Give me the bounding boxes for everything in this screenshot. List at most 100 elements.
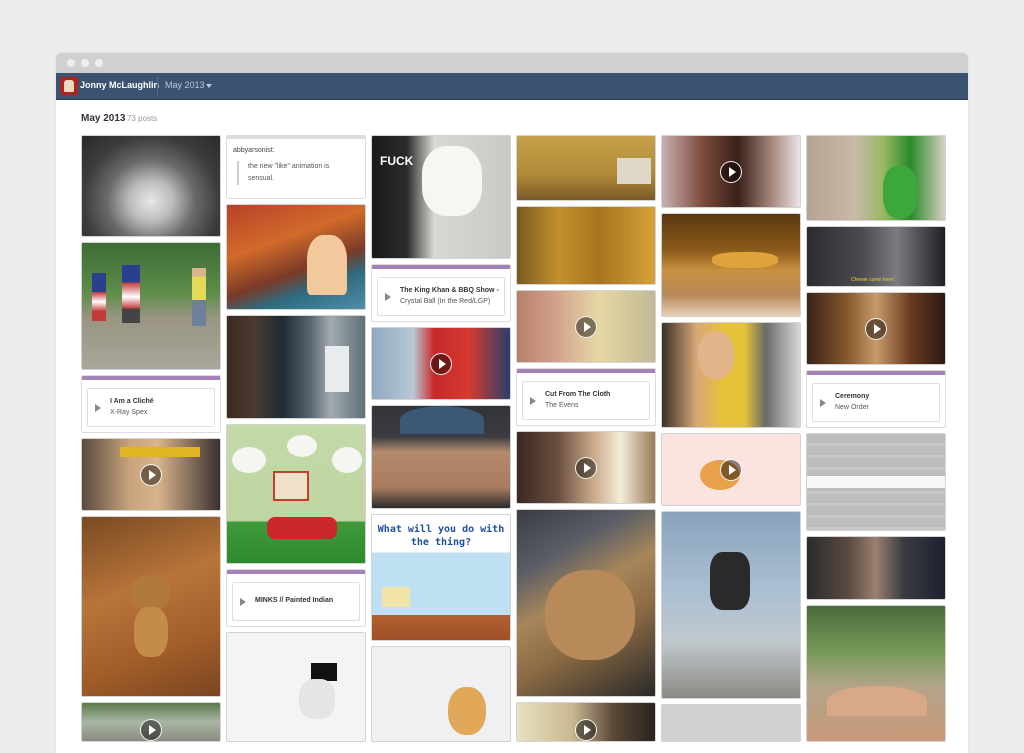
play-icon[interactable] (575, 315, 597, 338)
username[interactable]: Jonny McLaughlin (80, 80, 159, 90)
blockquote: the new "like" animation is sensual. (237, 161, 329, 185)
photo-post-pizza-drawer[interactable] (661, 213, 801, 317)
audio-player[interactable]: Cut From The Cloth The Evens (522, 381, 650, 420)
play-icon[interactable] (530, 396, 536, 405)
zoom-dot[interactable] (95, 59, 103, 67)
audio-title: Ceremony (835, 393, 870, 400)
play-icon[interactable] (720, 458, 742, 481)
play-icon[interactable] (865, 317, 887, 340)
question-block (273, 471, 309, 501)
photo-post-flag-outfits[interactable] (81, 242, 221, 370)
audio-title: The King Khan & BBQ Show - (400, 287, 499, 294)
photo-post-explosion[interactable] (81, 135, 221, 237)
video-post-houses[interactable] (81, 702, 221, 742)
text-post[interactable]: abbyarsonist: the new "like" animation i… (226, 135, 366, 199)
quote-line: sensual. (248, 175, 275, 182)
post-author[interactable]: abbyarsonist: (233, 147, 275, 154)
video-post-drawing[interactable] (516, 290, 656, 363)
photo-post-cartoon[interactable] (226, 204, 366, 310)
photo-post-fluffy-dog[interactable] (371, 646, 511, 742)
dog-figure (545, 570, 635, 660)
photo-post-cap-face[interactable] (371, 405, 511, 509)
photo-post-extra[interactable] (661, 704, 801, 742)
chevron-down-icon[interactable] (206, 84, 212, 88)
photo-post-hallway-dog[interactable] (516, 206, 656, 285)
post-count: 73 posts (127, 114, 158, 123)
animal-figure (299, 679, 335, 719)
play-icon[interactable] (720, 160, 742, 183)
video-post-car[interactable] (516, 431, 656, 504)
box (617, 158, 651, 184)
play-icon[interactable] (575, 718, 597, 741)
photo-post-menu[interactable] (806, 433, 946, 531)
audio-player[interactable]: MINKS // Painted Indian (232, 582, 360, 621)
audio-player[interactable]: I Am a Cliché X-Ray Spex (87, 388, 215, 427)
audio-post[interactable]: Cut From The Cloth The Evens (516, 368, 656, 426)
dog-figure (448, 687, 486, 735)
play-icon[interactable] (820, 398, 826, 407)
pizza (712, 252, 778, 268)
photo-post-fuck-cat[interactable]: FUCK (371, 135, 511, 259)
play-icon[interactable] (95, 403, 101, 412)
face (698, 331, 734, 379)
cloud (287, 435, 317, 457)
play-icon[interactable] (385, 292, 391, 301)
play-icon[interactable] (140, 463, 162, 486)
game-text: What will you do with the thing? (372, 523, 510, 549)
video-post-red-shirt[interactable] (371, 327, 511, 400)
play-icon[interactable] (240, 597, 246, 606)
play-icon[interactable] (430, 352, 452, 375)
audio-artist: New Order (835, 404, 869, 411)
sign-text: FUCK (380, 154, 414, 168)
topbar-divider (157, 77, 158, 95)
video-post-long-hair[interactable] (806, 292, 946, 365)
photo-post-skateboarder[interactable] (661, 511, 801, 699)
close-dot[interactable] (67, 59, 75, 67)
cap (400, 406, 484, 434)
photo-post-car-dog[interactable] (516, 509, 656, 697)
skate-ramp (827, 686, 927, 716)
audio-artist: X-Ray Spex (110, 409, 148, 416)
skateboarder (710, 552, 750, 610)
play-icon[interactable] (575, 456, 597, 479)
pixel-cat (382, 587, 410, 607)
audio-accent-bar (227, 570, 365, 574)
audio-title: Cut From The Cloth (545, 391, 611, 398)
top-bar: Jonny McLaughlin May 2013 (56, 73, 968, 100)
photo-post-pixel-game[interactable]: What will you do with the thing? (371, 514, 511, 641)
headband (120, 447, 200, 457)
photo-post-skatepark[interactable] (806, 605, 946, 742)
photo-post-mario-cat[interactable] (226, 424, 366, 564)
photo-post-puppy[interactable] (81, 516, 221, 697)
person-figure (122, 265, 140, 323)
audio-post[interactable]: MINKS // Painted Indian (226, 569, 366, 627)
audio-accent-bar (807, 371, 945, 375)
cat-in-sweater (267, 517, 337, 539)
photo-post-top-hat[interactable] (226, 632, 366, 742)
image-caption: Chewie come here! (851, 277, 895, 283)
photo-post-baby-brobee[interactable] (806, 135, 946, 221)
play-icon[interactable] (140, 718, 162, 741)
audio-player[interactable]: The King Khan & BBQ Show - Crystal Ball … (377, 277, 505, 316)
photo-post-two-men[interactable] (806, 536, 946, 600)
video-post-headband[interactable] (81, 438, 221, 511)
photo-post-office[interactable] (226, 315, 366, 419)
minimize-dot[interactable] (81, 59, 89, 67)
avatar-face (64, 80, 74, 92)
audio-post[interactable]: I Am a Cliché X-Ray Spex (81, 375, 221, 433)
video-post-triangle[interactable] (516, 702, 656, 742)
month-selector[interactable]: May 2013 (165, 80, 205, 90)
photo-post-headphones[interactable] (661, 322, 801, 428)
audio-post[interactable]: Ceremony New Order (806, 370, 946, 428)
photo-post-room[interactable] (516, 135, 656, 201)
video-post-guitar-drawing[interactable] (661, 433, 801, 506)
photo-post-chewie[interactable]: Chewie come here! (806, 226, 946, 287)
audio-artist: The Evens (545, 402, 579, 409)
menu-highlight-row (807, 476, 945, 488)
audio-player[interactable]: Ceremony New Order (812, 383, 940, 422)
avatar[interactable] (60, 77, 78, 95)
puppy-head (130, 575, 170, 611)
video-post-shag[interactable] (661, 135, 801, 208)
audio-title: I Am a Cliché (110, 398, 154, 405)
audio-post[interactable]: The King Khan & BBQ Show - Crystal Ball … (371, 264, 511, 322)
